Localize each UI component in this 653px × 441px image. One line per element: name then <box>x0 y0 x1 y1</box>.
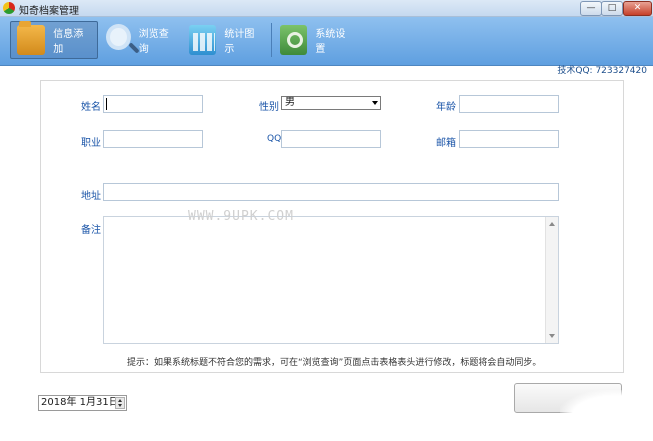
minimize-button[interactable]: — <box>580 1 602 16</box>
scroll-up-icon[interactable] <box>549 222 555 226</box>
toolbar-divider <box>271 23 272 57</box>
spin-up-icon[interactable] <box>118 399 122 402</box>
address-label: 地址 <box>81 191 101 202</box>
support-qq: 技术QQ: 723327420 <box>557 66 647 76</box>
date-picker[interactable]: 2018年 1月31日 <box>38 395 127 411</box>
spin-down-icon[interactable] <box>118 404 122 407</box>
overlay-glare <box>560 390 653 441</box>
note-label: 备注 <box>81 225 101 236</box>
gender-select[interactable]: 男 <box>281 96 381 110</box>
job-input[interactable] <box>103 130 203 148</box>
system-settings-label: 系统设置 <box>315 29 346 55</box>
chevron-down-icon <box>372 101 378 105</box>
window-title: 知奇档案管理 <box>19 6 79 17</box>
age-label: 年龄 <box>436 102 456 113</box>
job-label: 职业 <box>81 138 101 149</box>
age-input[interactable] <box>459 95 559 113</box>
app-logo-icon <box>3 2 15 14</box>
statistics-chart-button[interactable]: 统计图示 <box>183 21 267 59</box>
browse-query-button[interactable]: 浏览查询 <box>100 21 182 59</box>
name-input[interactable] <box>103 95 203 113</box>
statistics-chart-label: 统计图示 <box>224 29 255 55</box>
hint-text: 提示：如果系统标题不符合您的需求，可在“浏览查询”页面点击表格表头进行修改，标题… <box>127 358 542 368</box>
gender-value: 男 <box>285 97 295 108</box>
note-scrollbar[interactable] <box>545 217 558 343</box>
email-input[interactable] <box>459 130 559 148</box>
browse-query-label: 浏览查询 <box>138 29 169 55</box>
scroll-down-icon[interactable] <box>549 334 555 338</box>
title-bar: 知奇档案管理 — □ ✕ <box>0 0 653 17</box>
close-button[interactable]: ✕ <box>623 1 652 16</box>
name-label: 姓名 <box>81 102 101 113</box>
info-add-button[interactable]: 信息添加 <box>10 21 98 59</box>
system-settings-button[interactable]: 系统设置 <box>274 21 358 59</box>
text-caret <box>106 98 107 110</box>
watermark-text: WWW.9UPK.COM <box>188 209 294 224</box>
info-add-label: 信息添加 <box>53 29 84 55</box>
note-textarea[interactable] <box>103 216 559 344</box>
gear-icon <box>280 25 308 55</box>
address-input[interactable] <box>103 183 559 201</box>
magnifier-icon <box>106 24 131 50</box>
main-toolbar: 信息添加 浏览查询 统计图示 系统设置 技术QQ: 723327420 <box>0 17 653 76</box>
date-value: 2018年 1月31日 <box>41 397 119 408</box>
qq-label: QQ <box>267 134 282 144</box>
folder-icon <box>17 21 46 55</box>
maximize-button[interactable]: □ <box>601 1 623 16</box>
email-label: 邮箱 <box>436 138 456 149</box>
qq-input[interactable] <box>281 130 381 148</box>
chart-icon <box>189 25 217 55</box>
date-spinner[interactable] <box>115 397 125 409</box>
gender-label: 性别 <box>259 102 279 113</box>
